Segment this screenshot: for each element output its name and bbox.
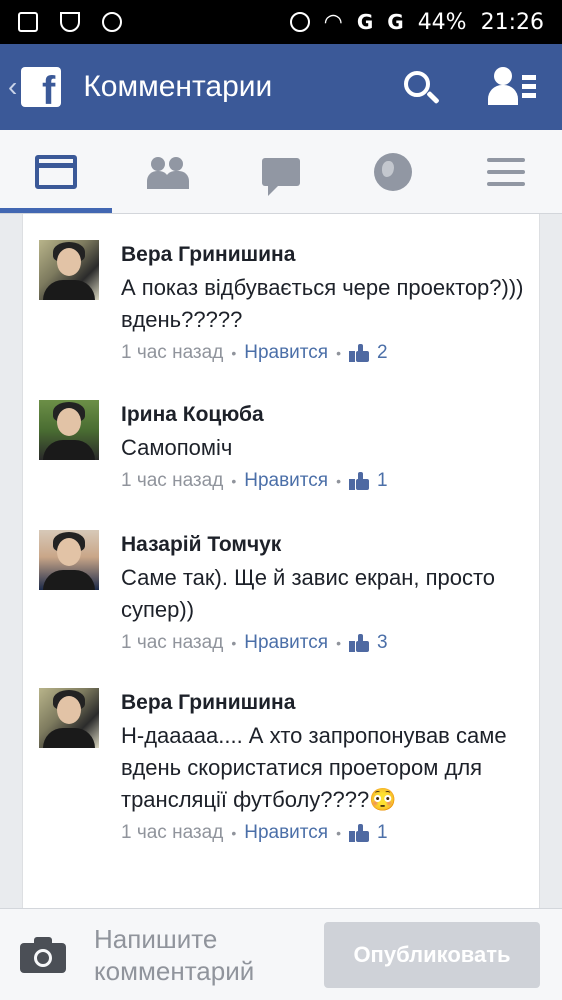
avatar[interactable] bbox=[39, 688, 99, 748]
signal-icon-2: G bbox=[387, 10, 404, 34]
thumbs-up-icon bbox=[348, 634, 369, 652]
phone-icon bbox=[102, 12, 122, 32]
thumbs-up-icon bbox=[348, 472, 369, 490]
camera-icon[interactable] bbox=[20, 936, 66, 973]
tab-friends[interactable] bbox=[112, 130, 224, 213]
status-bar: ◠ G G 44% 21:26 bbox=[0, 0, 562, 44]
publish-button[interactable]: Опубликовать bbox=[324, 921, 540, 988]
comment-time: 1 час назад bbox=[121, 342, 224, 363]
like-button[interactable]: Нравится bbox=[244, 632, 328, 654]
search-icon[interactable] bbox=[400, 67, 440, 107]
comment-time: 1 час назад bbox=[121, 822, 224, 843]
like-count[interactable]: 3 bbox=[377, 632, 388, 654]
comment-input[interactable]: Напишите комментарий bbox=[94, 923, 294, 987]
avatar[interactable] bbox=[39, 530, 99, 590]
comment-item: Ірина Коцюба Самопоміч 1 час назад • Нра… bbox=[23, 400, 539, 492]
alarm-icon bbox=[289, 12, 310, 32]
separator-dot: • bbox=[336, 345, 341, 361]
comment-author[interactable]: Вера Гринишина bbox=[121, 690, 539, 716]
battery-level: 44% bbox=[417, 9, 467, 35]
facebook-logo-icon[interactable]: f bbox=[21, 67, 62, 111]
comment-item: Назарій Томчук Саме так). Ще й завис екр… bbox=[23, 530, 539, 654]
friend-requests-icon[interactable] bbox=[488, 67, 538, 107]
shield-icon bbox=[60, 12, 80, 32]
signal-icon-1: G bbox=[356, 10, 374, 34]
separator-dot: • bbox=[336, 825, 341, 841]
thumbs-up-icon bbox=[348, 824, 369, 842]
avatar[interactable] bbox=[39, 400, 99, 460]
separator-dot: • bbox=[231, 825, 237, 841]
tab-bar bbox=[0, 130, 562, 214]
news-feed-icon bbox=[35, 154, 78, 189]
separator-dot: • bbox=[336, 473, 341, 489]
avatar[interactable] bbox=[39, 240, 99, 300]
like-count[interactable]: 2 bbox=[377, 342, 388, 364]
messages-icon bbox=[262, 157, 301, 196]
separator-dot: • bbox=[231, 635, 237, 651]
comment-author[interactable]: Вера Гринишина bbox=[121, 242, 539, 268]
like-button[interactable]: Нравится bbox=[244, 822, 328, 844]
menu-icon bbox=[486, 157, 525, 186]
like-count[interactable]: 1 bbox=[377, 822, 388, 844]
like-count[interactable]: 1 bbox=[377, 470, 388, 492]
comment-author[interactable]: Назарій Томчук bbox=[121, 532, 539, 558]
like-button[interactable]: Нравится bbox=[244, 470, 328, 492]
comment-text: А показ відбувається чере проектор?))) в… bbox=[121, 275, 524, 332]
comment-text: Н-дааааа.... А хто запропонував саме вде… bbox=[121, 723, 507, 812]
like-button[interactable]: Нравится bbox=[244, 342, 328, 364]
comment-composer: Напишите комментарий Опубликовать bbox=[0, 908, 562, 1000]
tab-menu[interactable] bbox=[450, 130, 562, 213]
back-chevron-icon[interactable]: ‹ bbox=[8, 71, 17, 103]
comment-text: Самопоміч bbox=[121, 435, 233, 460]
tab-news-feed[interactable] bbox=[0, 130, 113, 213]
clock: 21:26 bbox=[480, 9, 544, 35]
comment-item: Вера Гринишина Н-дааааа.... А хто запроп… bbox=[23, 688, 539, 844]
separator-dot: • bbox=[231, 473, 237, 489]
gallery-icon bbox=[18, 12, 38, 32]
comment-text: Саме так). Ще й завис екран, просто супе… bbox=[121, 565, 496, 622]
tab-notifications[interactable] bbox=[337, 130, 449, 213]
globe-icon bbox=[374, 152, 413, 191]
separator-dot: • bbox=[336, 635, 341, 651]
comment-author[interactable]: Ірина Коцюба bbox=[121, 402, 539, 428]
wifi-icon: ◠ bbox=[323, 9, 343, 35]
app-bar: ‹ f Комментарии bbox=[0, 44, 562, 130]
friends-icon bbox=[146, 155, 191, 189]
comments-list[interactable]: Вера Гринишина А показ відбувається чере… bbox=[22, 214, 540, 908]
tab-messages[interactable] bbox=[225, 130, 337, 213]
page-title: Комментарии bbox=[83, 70, 273, 103]
comment-time: 1 час назад bbox=[121, 632, 224, 653]
separator-dot: • bbox=[231, 345, 237, 361]
comment-item: Вера Гринишина А показ відбувається чере… bbox=[23, 240, 539, 364]
comment-time: 1 час назад bbox=[121, 470, 224, 491]
thumbs-up-icon bbox=[348, 344, 369, 362]
